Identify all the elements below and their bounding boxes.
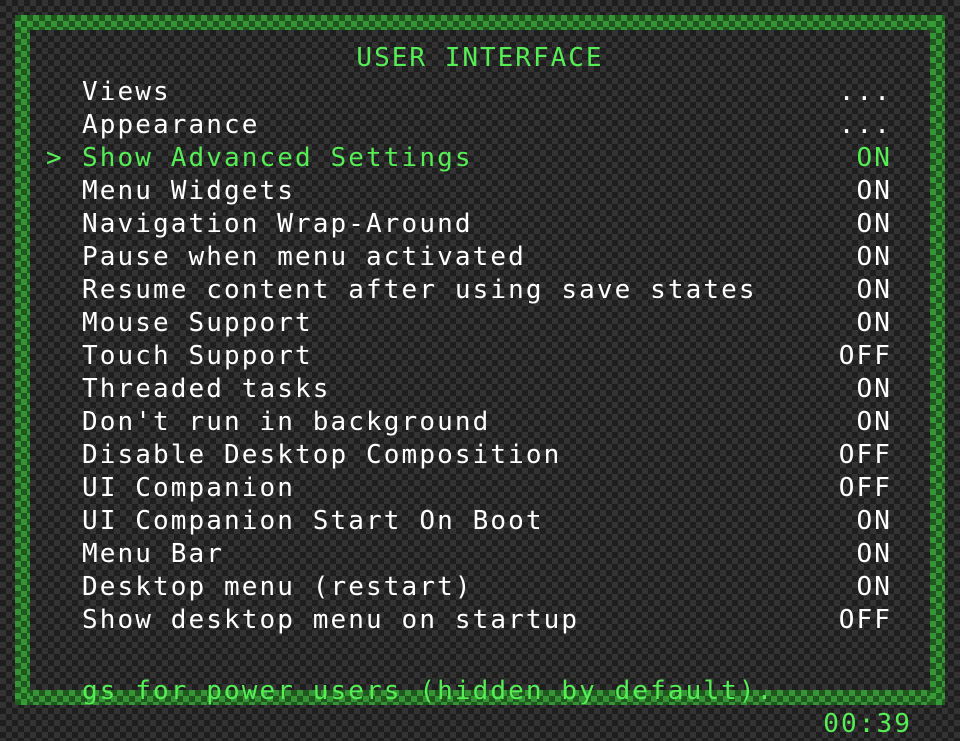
menu-item-label: Show desktop menu on startup xyxy=(82,605,580,635)
menu-item-label: Navigation Wrap-Around xyxy=(82,209,473,239)
menu-item-label: Pause when menu activated xyxy=(82,242,526,272)
menu-item-toggle-value[interactable]: OFF xyxy=(839,439,892,472)
menu-item-mouse-support[interactable]: Mouse Support ON xyxy=(0,307,960,340)
menu-item-label: UI Companion Start On Boot xyxy=(82,506,544,536)
menu-item-navigation-wrap-around[interactable]: Navigation Wrap-Around ON xyxy=(0,208,960,241)
menu-item-appearance[interactable]: Appearance ... xyxy=(0,109,960,142)
menu-item-label: Show Advanced Settings xyxy=(82,143,473,173)
menu-item-toggle-value[interactable]: ON xyxy=(856,505,892,538)
menu-item-toggle-value[interactable]: ON xyxy=(856,373,892,406)
menu-item-touch-support[interactable]: Touch Support OFF xyxy=(0,340,960,373)
menu-item-toggle-value[interactable]: ON xyxy=(856,175,892,208)
settings-menu: Views ... Appearance ... > Show Advanced… xyxy=(0,76,960,637)
menu-item-label: UI Companion xyxy=(82,473,296,503)
menu-item-ui-companion[interactable]: UI Companion OFF xyxy=(0,472,960,505)
menu-item-toggle-value[interactable]: ON xyxy=(856,142,892,175)
menu-title: USER INTERFACE xyxy=(356,43,604,73)
menu-item-label: Menu Bar xyxy=(82,539,225,569)
menu-item-resume-content-after-save-states[interactable]: Resume content after using save states O… xyxy=(0,274,960,307)
menu-item-toggle-value[interactable]: ON xyxy=(856,208,892,241)
menu-item-toggle-value[interactable]: ON xyxy=(856,274,892,307)
frame-border-top xyxy=(15,15,945,30)
status-bar: gs for power users (hidden by default). … xyxy=(0,642,960,739)
menu-item-toggle-value[interactable]: ON xyxy=(856,538,892,571)
selection-cursor-icon: > xyxy=(46,143,64,173)
menu-item-toggle-value[interactable]: ON xyxy=(856,406,892,439)
menu-item-toggle-value[interactable]: ON xyxy=(856,307,892,340)
menu-item-label: Desktop menu (restart) xyxy=(82,572,473,602)
menu-item-disable-desktop-composition[interactable]: Disable Desktop Composition OFF xyxy=(0,439,960,472)
menu-item-label: Appearance xyxy=(82,110,260,140)
item-description-ticker: gs for power users (hidden by default). xyxy=(82,676,775,706)
menu-item-show-advanced-settings[interactable]: > Show Advanced Settings ON xyxy=(0,142,960,175)
menu-item-label: Menu Widgets xyxy=(82,176,296,206)
menu-item-label: Touch Support xyxy=(82,341,313,371)
menu-item-label: Mouse Support xyxy=(82,308,313,338)
menu-item-value: ... xyxy=(838,77,892,107)
menu-item-label: Views xyxy=(82,77,171,107)
menu-item-views[interactable]: Views ... xyxy=(0,76,960,109)
menu-item-toggle-value[interactable]: OFF xyxy=(839,340,892,373)
menu-item-toggle-value[interactable]: OFF xyxy=(839,472,892,505)
menu-item-threaded-tasks[interactable]: Threaded tasks ON xyxy=(0,373,960,406)
menu-item-menu-widgets[interactable]: Menu Widgets ON xyxy=(0,175,960,208)
menu-item-desktop-menu-restart[interactable]: Desktop menu (restart) ON xyxy=(0,571,960,604)
menu-item-label: Threaded tasks xyxy=(82,374,331,404)
menu-item-toggle-value[interactable]: ON xyxy=(856,241,892,274)
menu-item-toggle-value[interactable]: OFF xyxy=(839,604,892,637)
menu-item-dont-run-in-background[interactable]: Don't run in background ON xyxy=(0,406,960,439)
menu-item-pause-when-menu-activated[interactable]: Pause when menu activated ON xyxy=(0,241,960,274)
menu-item-label: Disable Desktop Composition xyxy=(82,440,562,470)
menu-item-menu-bar[interactable]: Menu Bar ON xyxy=(0,538,960,571)
menu-item-show-desktop-menu-on-startup[interactable]: Show desktop menu on startup OFF xyxy=(0,604,960,637)
menu-item-value: ... xyxy=(838,110,892,140)
menu-item-toggle-value[interactable]: ON xyxy=(856,571,892,604)
menu-item-ui-companion-start-on-boot[interactable]: UI Companion Start On Boot ON xyxy=(0,505,960,538)
menu-item-label: Don't run in background xyxy=(82,407,491,437)
clock: 00:39 xyxy=(823,709,912,739)
menu-item-label: Resume content after using save states xyxy=(82,275,757,305)
